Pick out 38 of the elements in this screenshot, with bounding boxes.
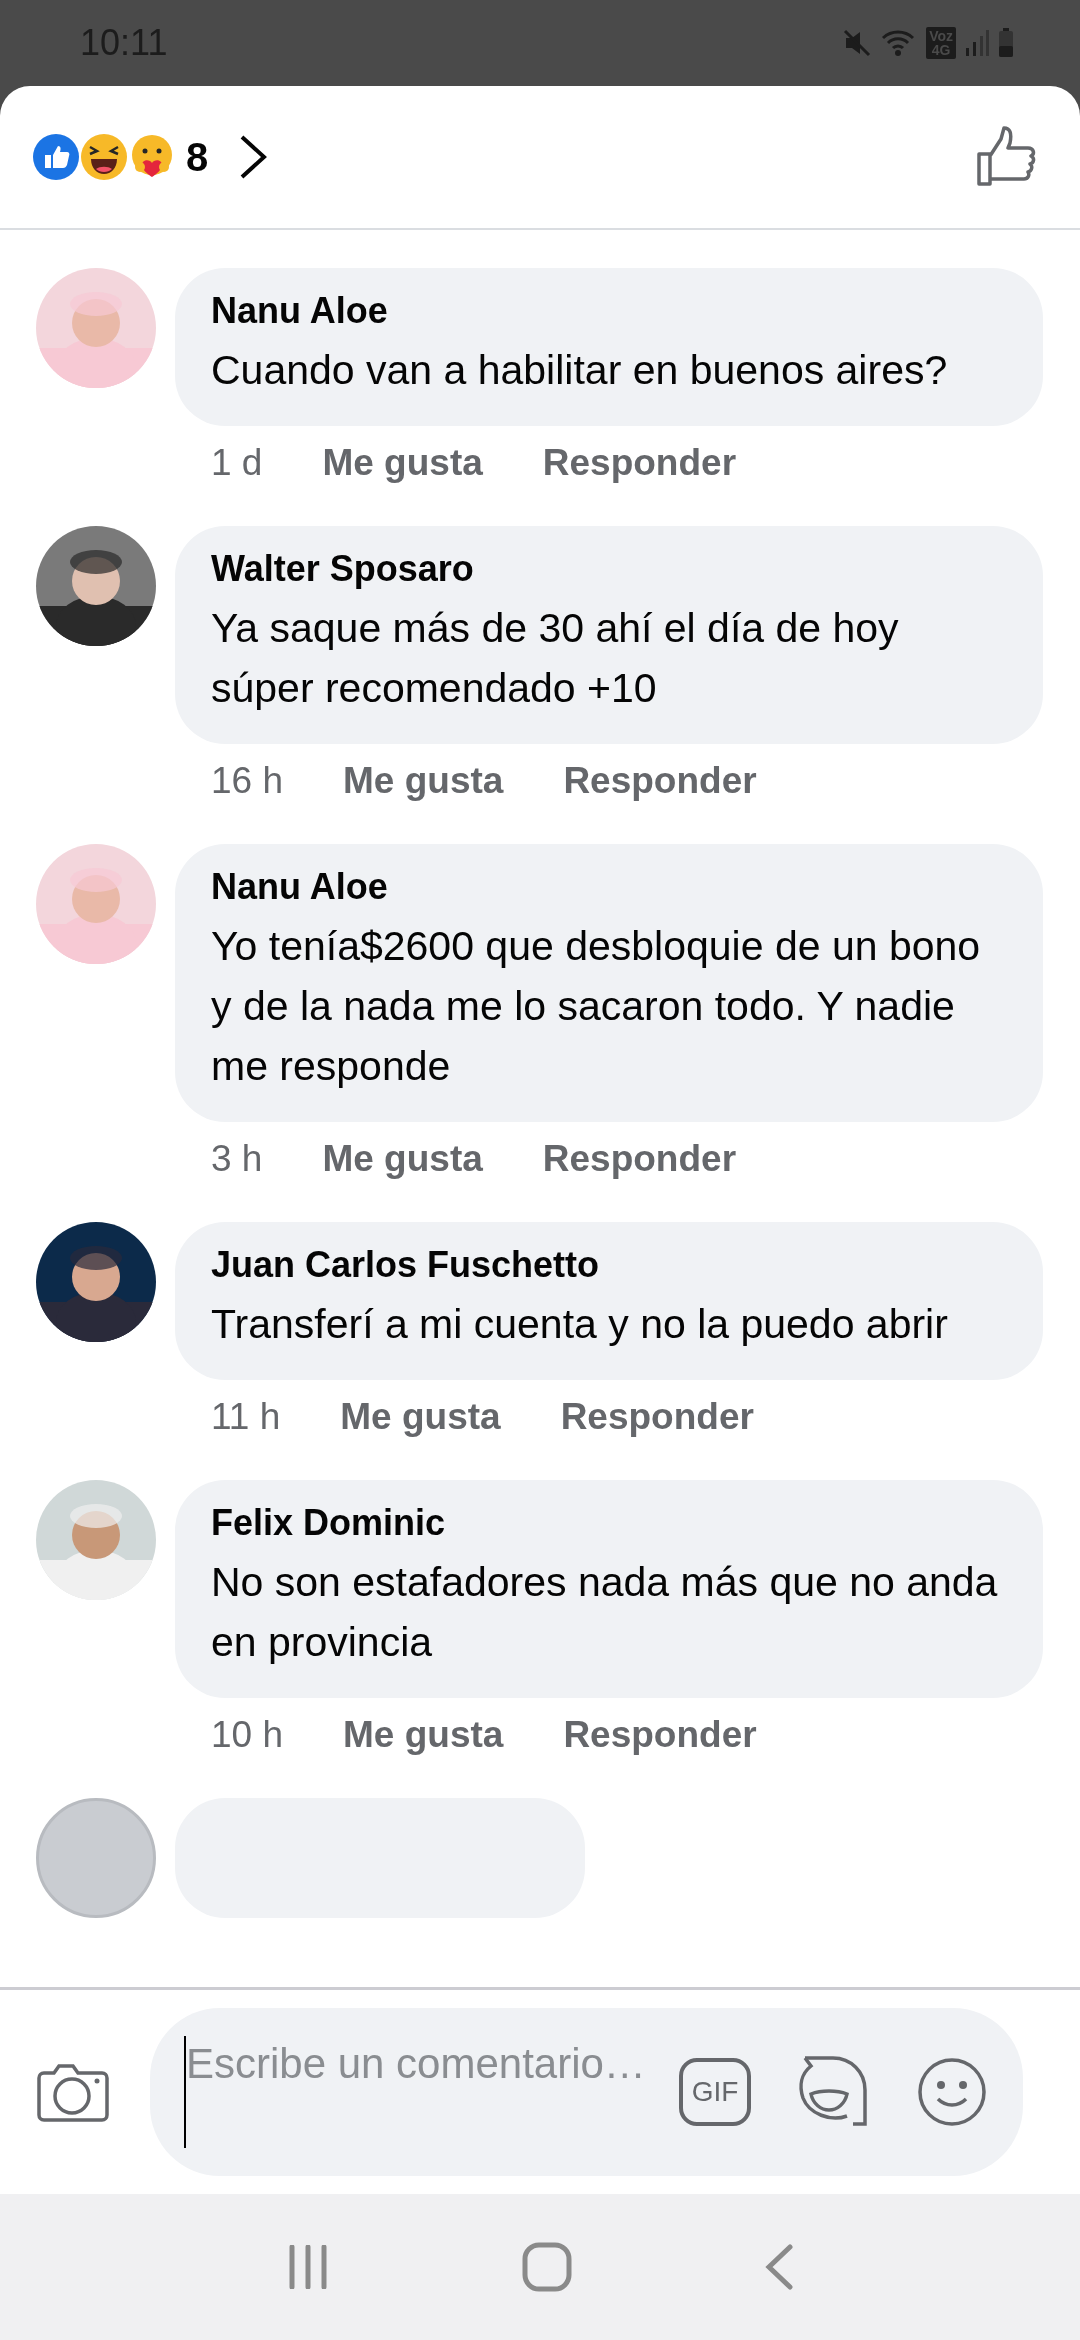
emoji-icon[interactable] — [917, 2057, 987, 2127]
reply-link[interactable]: Responder — [542, 1138, 737, 1180]
reply-link[interactable]: Responder — [563, 760, 757, 802]
battery-icon — [998, 28, 1014, 58]
like-reaction-icon — [32, 133, 80, 181]
comment-time: 16 h — [211, 760, 283, 802]
comment-time: 3 h — [211, 1138, 263, 1180]
comment-author: Juan Carlos Fuschetto — [211, 1244, 601, 1286]
gif-button[interactable]: GIF — [679, 2058, 751, 2126]
comment-text: Cuando van a habilitar en buenos aires? — [211, 346, 949, 395]
like-link[interactable]: Me gusta — [322, 1138, 483, 1180]
comment-text: Yo tenía$2600 que desbloquie de un bono y de la nada me lo sacaron todo. Y nadie me responde — [211, 922, 982, 1091]
like-link[interactable]: Me gusta — [343, 760, 504, 802]
reply-link[interactable]: Responder — [560, 1396, 754, 1438]
like-link[interactable]: Me gusta — [340, 1396, 501, 1438]
comment-text: No son estafadores nada más que no anda en provincia — [211, 1558, 999, 1667]
comment-author: Felix Dominic — [211, 1502, 447, 1544]
comment-text: Transferí a mi cuenta y no la puedo abrir — [211, 1300, 949, 1349]
reaction-count[interactable]: 8 — [186, 134, 209, 180]
mute-icon — [842, 28, 873, 58]
back-icon[interactable] — [764, 2244, 794, 2290]
reply-link[interactable]: Responder — [542, 442, 737, 484]
comment-author: Nanu Aloe — [211, 866, 389, 908]
comment-author: Walter Sposaro — [211, 548, 475, 590]
laughing-face-icon — [80, 133, 128, 181]
comment-author: Nanu Aloe — [211, 290, 389, 332]
comment-text: Ya saque más de 30 ahí el día de hoy súper recomendado +10 — [211, 604, 900, 713]
comment-time: 11 h — [211, 1396, 281, 1438]
comment-time: 1 d — [211, 442, 263, 484]
home-icon[interactable] — [522, 2242, 572, 2292]
comment-time: 10 h — [211, 1714, 283, 1756]
like-link[interactable]: Me gusta — [343, 1714, 504, 1756]
thumbs-up-icon[interactable] — [976, 126, 1038, 188]
signal-icon — [964, 28, 990, 58]
reply-link[interactable]: Responder — [563, 1714, 757, 1756]
like-link[interactable]: Me gusta — [322, 442, 483, 484]
comment-input-field[interactable]: Escribe un comentario… GIF — [150, 2008, 1023, 2176]
chevron-right-icon[interactable] — [238, 134, 269, 180]
